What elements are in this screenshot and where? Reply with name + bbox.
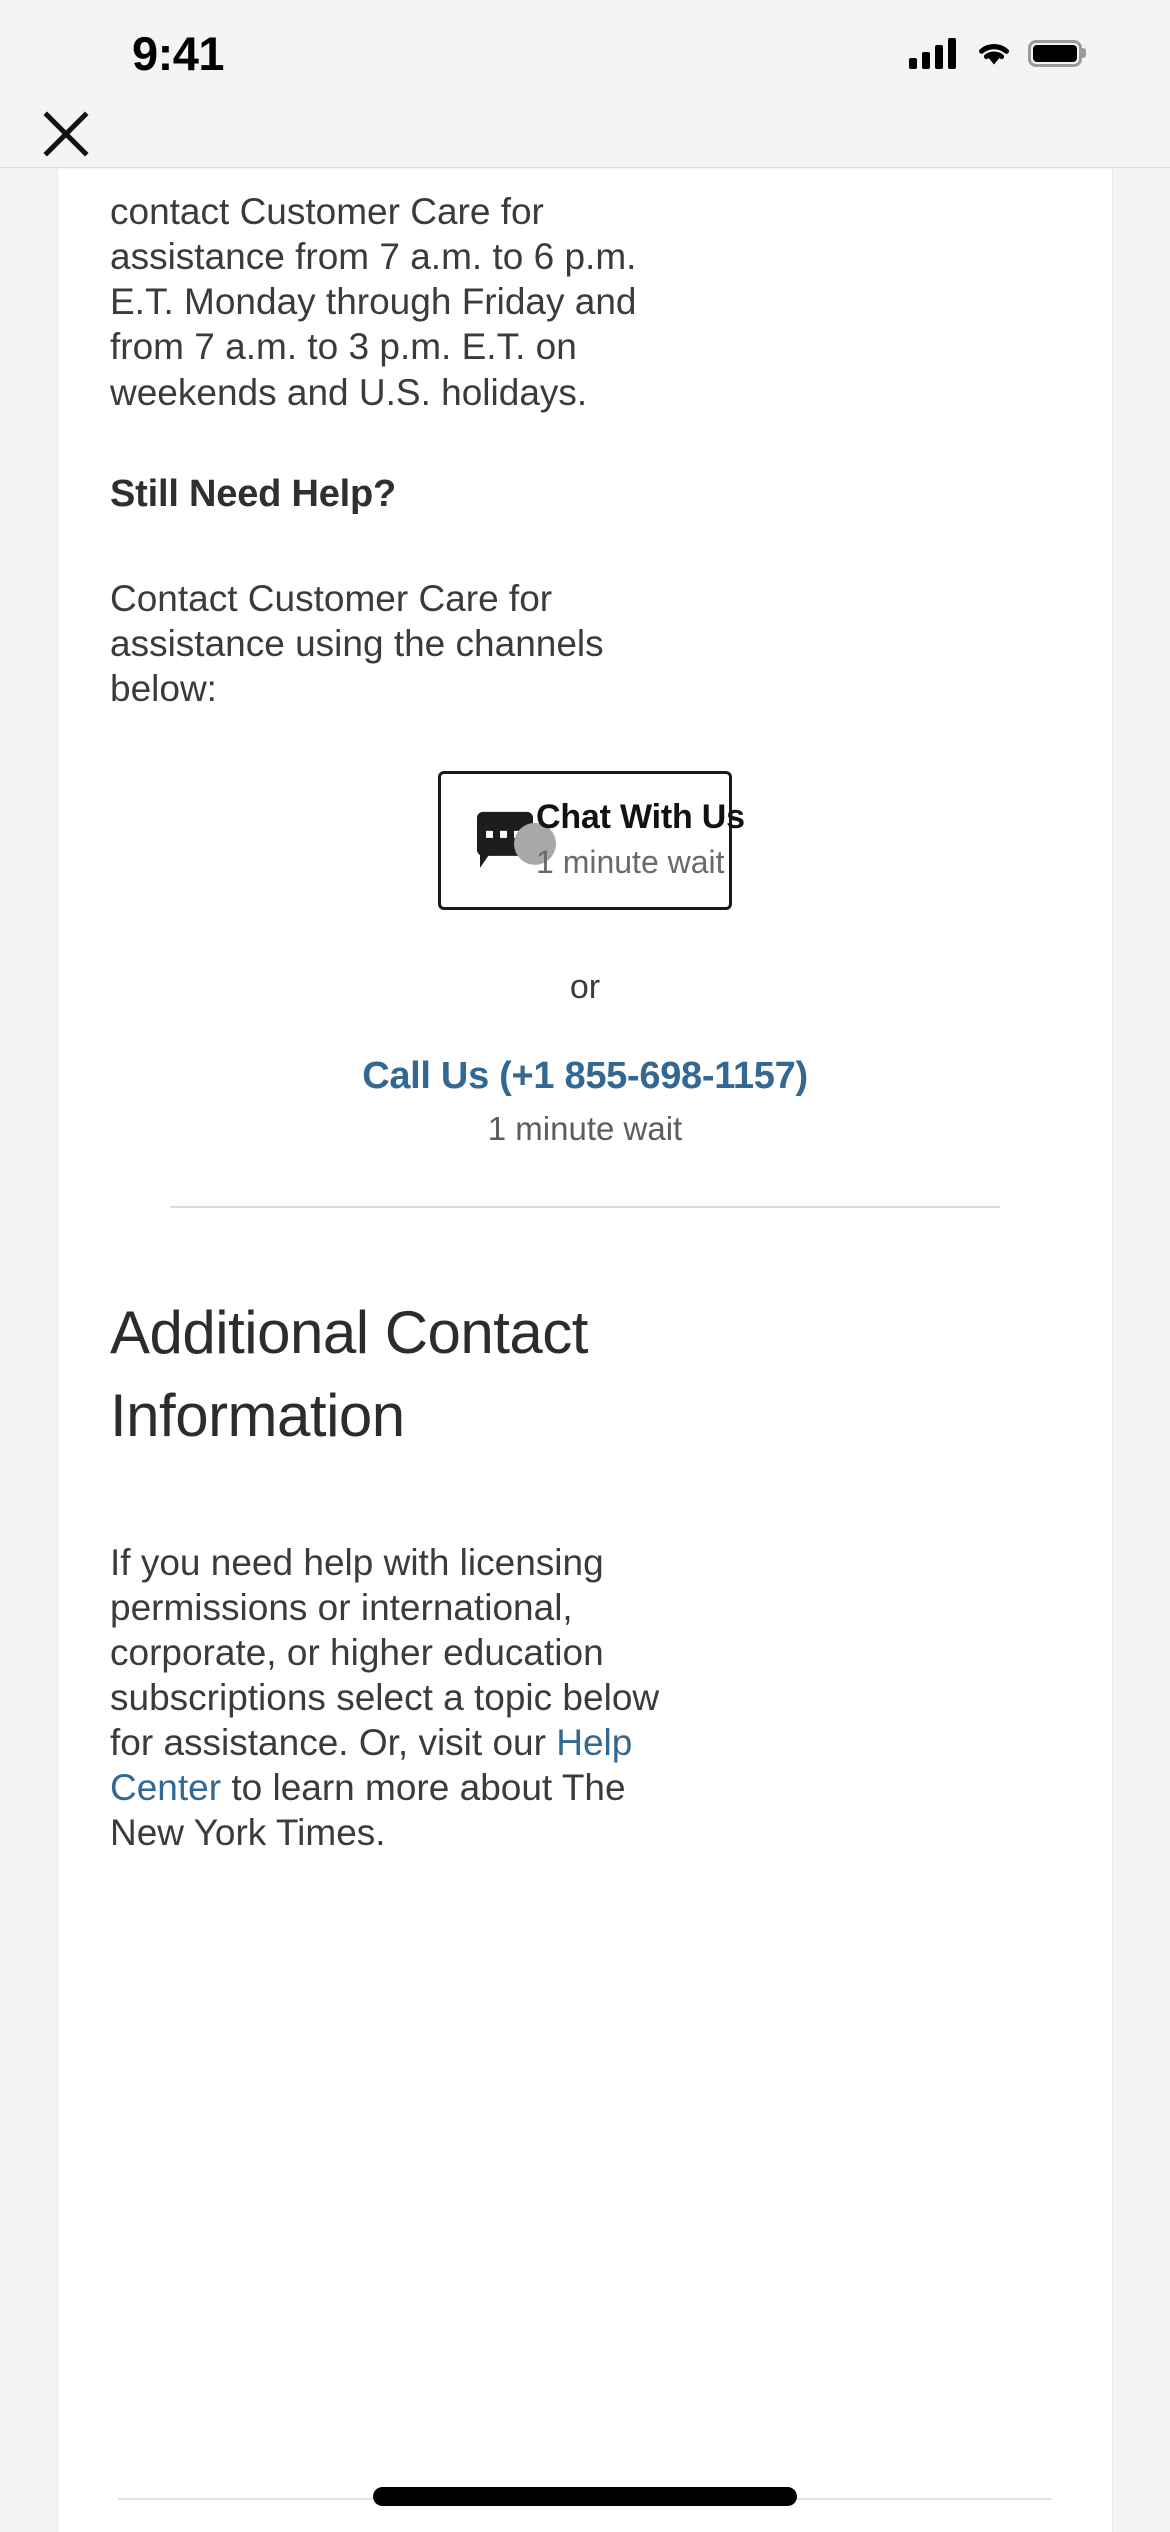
wifi-icon <box>974 38 1014 68</box>
additional-contact-information-heading: Additional Contact Information <box>110 1299 588 1449</box>
close-icon <box>43 110 89 157</box>
chat-button-label: Chat With Us <box>536 798 745 836</box>
call-us-link[interactable]: Call Us (+1 855-698-1157) <box>362 1055 808 1097</box>
customer-care-hours-paragraph: contact Customer Care for assistance fro… <box>110 191 637 413</box>
contact-channels-paragraph: Contact Customer Care for assistance usi… <box>110 577 604 709</box>
chat-with-us-button[interactable]: Chat With Us 1 minute wait <box>438 771 745 910</box>
or-separator: or <box>569 968 601 1006</box>
call-wait-time: 1 minute wait <box>487 1110 683 1147</box>
close-button[interactable] <box>34 102 98 166</box>
cellular-signal-icon <box>909 37 956 69</box>
status-bar: 9:41 <box>0 0 1170 100</box>
battery-full-icon <box>1028 39 1082 67</box>
chat-wait-time: 1 minute wait <box>536 844 725 880</box>
status-time: 9:41 <box>132 26 225 80</box>
still-need-help-heading: Still Need Help? <box>110 472 397 515</box>
content-card: contact Customer Care for assistance fro… <box>57 169 1113 2532</box>
modal-nav-bar <box>0 100 1170 168</box>
chat-bubble-icon <box>477 811 556 868</box>
content-inner: contact Customer Care for assistance fro… <box>58 169 1112 1855</box>
chat-button-container: Chat With Us 1 minute wait <box>110 771 1060 910</box>
status-icons <box>909 37 1082 69</box>
additional-contact-paragraph: If you need help with licensing permissi… <box>110 1540 670 1856</box>
home-indicator[interactable] <box>373 2487 797 2506</box>
call-us-container: Call Us (+1 855-698-1157) 1 minute wait <box>110 1055 1060 1148</box>
section-divider <box>170 1206 1000 1208</box>
